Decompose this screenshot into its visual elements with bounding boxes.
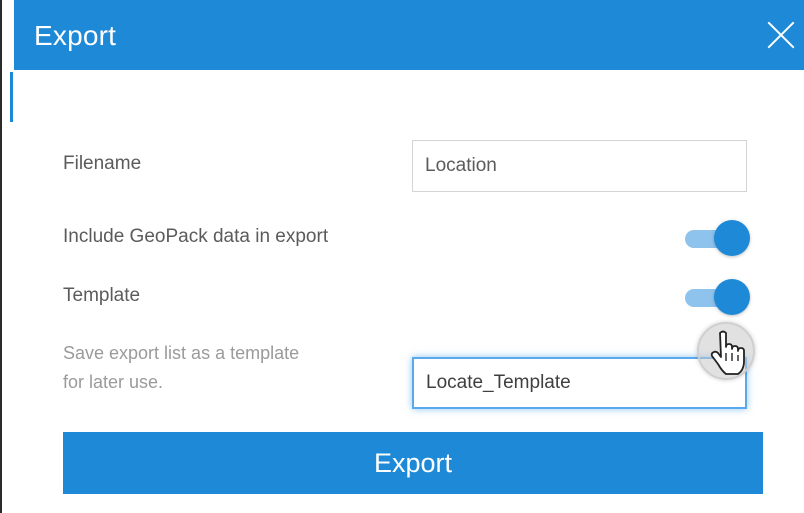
filename-label: Filename [63,153,142,174]
background-accent [10,72,13,122]
template-name-input[interactable] [412,357,747,409]
export-button[interactable]: Export [63,432,763,494]
template-hint-line2: for later use. [63,372,164,392]
export-dialog: Export Filename Include GeoPack data in … [14,0,804,513]
template-toggle[interactable] [683,278,750,318]
dialog-titlebar: Export [14,0,804,70]
window-edge [0,0,2,513]
dialog-title: Export [34,20,117,51]
template-hint-line1: Save export list as a template [63,343,300,363]
template-label: Template [63,285,141,306]
hand-pointer-icon [697,322,755,380]
geopack-toggle[interactable] [683,219,750,259]
filename-input[interactable] [412,140,747,192]
geopack-label: Include GeoPack data in export [63,226,329,247]
geopack-toggle-knob [714,220,750,256]
template-toggle-knob [714,279,750,315]
close-icon[interactable] [766,20,796,50]
